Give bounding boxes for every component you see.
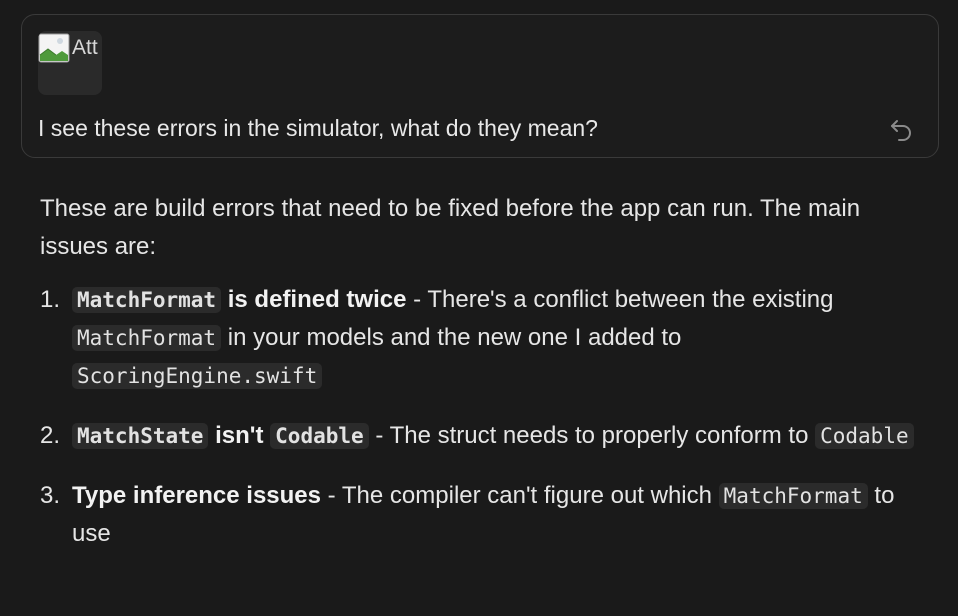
issue-title: Type inference issues: [72, 482, 321, 509]
issue-text: - The struct needs to properly conform t…: [368, 422, 816, 449]
inline-code: MatchFormat: [72, 287, 222, 313]
list-item: 3. Type inference issues - The compiler …: [40, 477, 920, 553]
inline-code: MatchFormat: [718, 483, 868, 509]
list-number: 3.: [40, 482, 61, 509]
list-number: 1.: [40, 286, 61, 313]
inline-code: ScoringEngine.swift: [72, 363, 323, 389]
issue-text: - The compiler can't figure out which: [321, 482, 719, 509]
inline-code: MatchFormat: [72, 325, 222, 351]
attachment-alt-text: Att: [72, 36, 98, 59]
assistant-response: These are build errors that need to be f…: [40, 190, 920, 575]
issue-title: MatchFormat is defined twice: [72, 286, 406, 313]
list-item: 2. MatchState isn't Codable - The struct…: [40, 417, 920, 455]
attachment-thumbnail[interactable]: Att: [38, 31, 102, 95]
issue-text: in your models and the new one I added t…: [221, 324, 682, 351]
broken-image-icon: [38, 33, 70, 63]
issue-title: MatchState isn't Codable: [72, 422, 369, 449]
issues-list: 1. MatchFormat is defined twice - There'…: [40, 281, 920, 553]
reply-icon[interactable]: [888, 116, 914, 142]
list-item: 1. MatchFormat is defined twice - There'…: [40, 281, 920, 395]
user-message-card: Att I see these errors in the simulator,…: [21, 14, 939, 158]
user-message-text: I see these errors in the simulator, wha…: [38, 115, 598, 141]
issue-text: - There's a conflict between the existin…: [406, 286, 834, 313]
inline-code: Codable: [270, 423, 369, 449]
list-number: 2.: [40, 422, 61, 449]
response-intro: These are build errors that need to be f…: [40, 195, 861, 260]
inline-code: Codable: [815, 423, 914, 449]
inline-code: MatchState: [72, 423, 209, 449]
